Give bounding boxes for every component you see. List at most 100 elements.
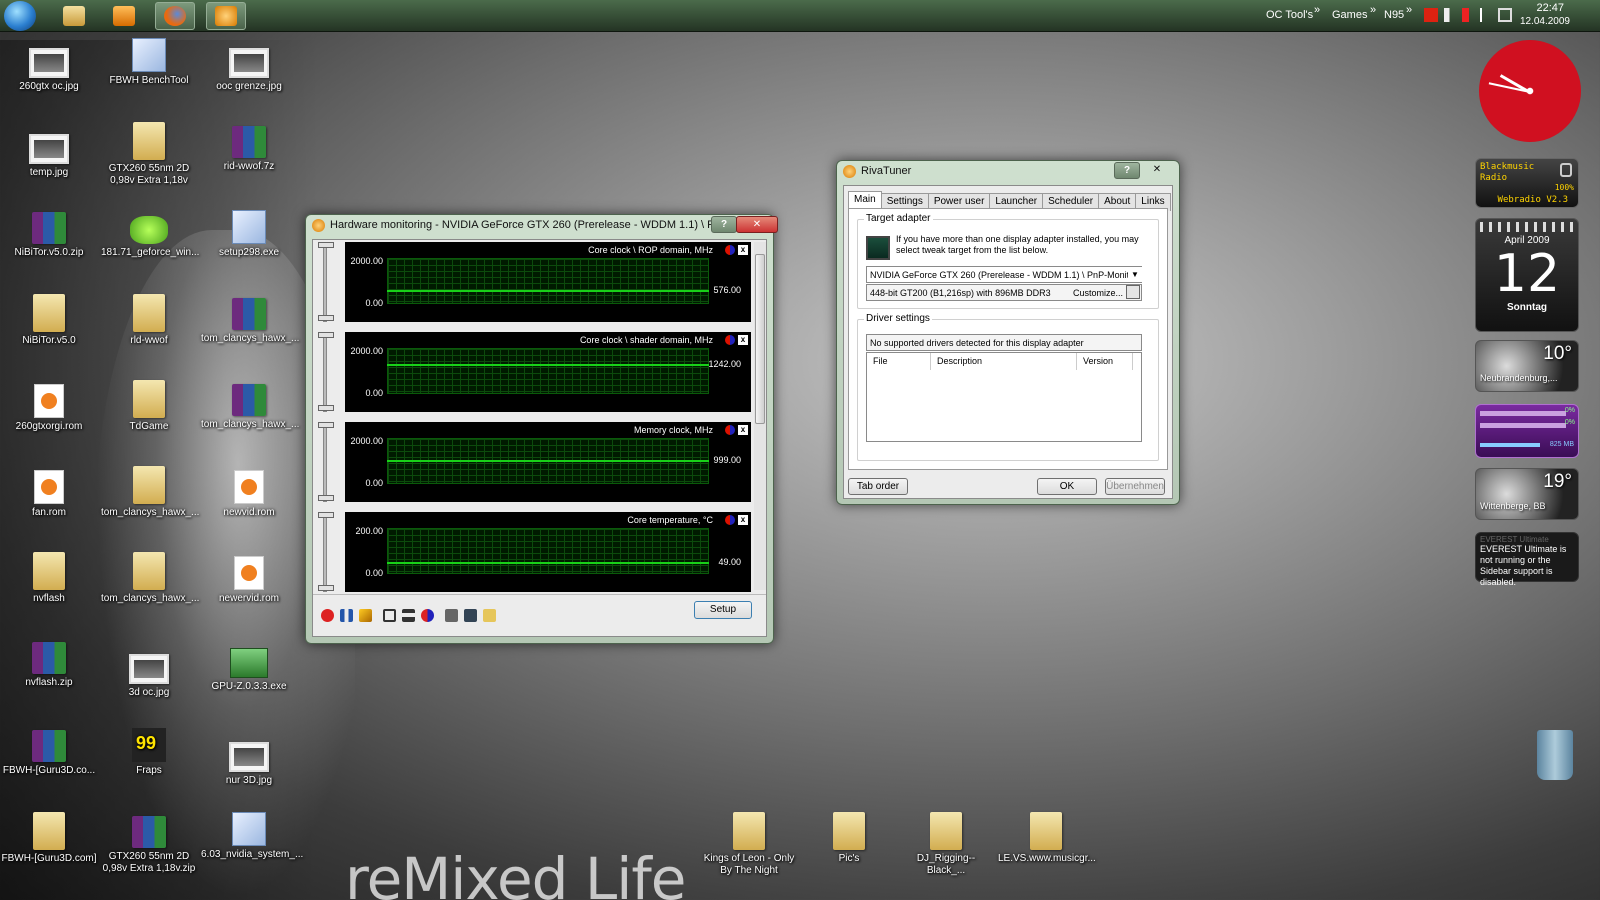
adapter-select[interactable]: NVIDIA GeForce GTX 260 (Prerelease - WDD… xyxy=(866,266,1142,283)
recycle-bin-icon[interactable] xyxy=(1537,730,1573,780)
taskbar-firefox-button[interactable] xyxy=(155,2,195,30)
desktop-icon-gpu-z[interactable]: GPU-Z.0.3.3.exe xyxy=(201,648,297,693)
save-icon[interactable] xyxy=(464,609,477,622)
slider-thumb[interactable] xyxy=(318,512,334,518)
desktop-icon-geforce-driver[interactable]: 181.71_geforce_win... xyxy=(101,216,199,259)
ok-button[interactable]: OK xyxy=(1037,478,1097,495)
display-tray-icon[interactable] xyxy=(1498,8,1512,22)
panel-slider[interactable] xyxy=(318,422,334,502)
cpu-meter-gadget[interactable]: 0% 0% 825 MB xyxy=(1475,404,1579,458)
chevron-icon[interactable]: » xyxy=(1406,4,1412,16)
desktop-icon-pics[interactable]: Pic's xyxy=(801,812,897,865)
slider-thumb[interactable] xyxy=(318,315,334,321)
scrollbar-thumb[interactable] xyxy=(755,254,765,424)
taskbar-rivatuner-button[interactable] xyxy=(206,2,246,30)
slider-thumb[interactable] xyxy=(318,332,334,338)
calendar-gadget[interactable]: April 2009 12 Sonntag xyxy=(1475,218,1579,332)
desktop-icon-nvidia-system[interactable]: 6.03_nvidia_system_... xyxy=(201,812,303,861)
close-button[interactable]: ✕ xyxy=(1142,162,1172,179)
graph-panel[interactable]: Core clock \ shader domain, MHz x 2000.00 0… xyxy=(345,332,751,412)
color-icon[interactable] xyxy=(421,609,434,622)
panel-slider[interactable] xyxy=(318,512,334,592)
desktop-icon-rld-wwof[interactable]: rld-wwof xyxy=(101,294,197,347)
desktop-icon-gtx260-zip[interactable]: GTX260 55nm 2D 0,98v Extra 1,18v.zip xyxy=(101,816,197,875)
flag-tray-icon[interactable] xyxy=(1480,8,1494,22)
weather-gadget-wittenberge[interactable]: 19° Wittenberge, BB xyxy=(1475,468,1579,520)
desktop-icon-hawx-3[interactable]: tom_clancys_hawx_... xyxy=(101,466,199,519)
desktop-icon-hawx-2[interactable]: tom_clancys_hawx_... xyxy=(201,384,299,431)
panel-slider[interactable] xyxy=(318,332,334,412)
hw-titlebar[interactable]: Hardware monitoring - NVIDIA GeForce GTX… xyxy=(306,215,773,237)
clock-date[interactable]: 12.04.2009 xyxy=(1520,16,1570,27)
desktop-icon-tdgame[interactable]: TdGame xyxy=(101,380,197,433)
close-icon[interactable]: x xyxy=(738,425,748,435)
taskbar-explorer-button[interactable] xyxy=(54,2,94,30)
window-icon[interactable] xyxy=(383,609,396,622)
pause-icon[interactable] xyxy=(340,609,353,622)
graph-panel[interactable]: Memory clock, MHz x 2000.00 0.00 999.00 xyxy=(345,422,751,502)
desktop-icon-le-vs[interactable]: LE.VS.www.musicgr... xyxy=(998,812,1096,865)
collapse-icon[interactable] xyxy=(402,609,415,622)
clock-time[interactable]: 22:47 xyxy=(1536,2,1564,14)
close-icon[interactable]: x xyxy=(738,515,748,525)
desktop-icon-nvflash[interactable]: nvflash xyxy=(1,552,97,605)
desktop-icon-hawx-4[interactable]: tom_clancys_hawx_... xyxy=(101,552,199,605)
desktop-icon-dj-rigging[interactable]: DJ_Rigging--Black_... xyxy=(898,812,994,877)
slider-thumb[interactable] xyxy=(318,242,334,248)
volume-tray-icon[interactable] xyxy=(1444,8,1458,22)
desktop-icon-hawx-1[interactable]: tom_clancys_hawx_... xyxy=(201,298,299,345)
desktop-icon-fbwh-benchtool[interactable]: FBWH BenchTool xyxy=(101,38,197,87)
close-button[interactable]: ✕ xyxy=(736,216,778,233)
desktop-icon-260gtx-oc[interactable]: 260gtx oc.jpg xyxy=(1,48,97,93)
close-icon[interactable]: x xyxy=(738,335,748,345)
toolbar-games[interactable]: Games xyxy=(1332,9,1367,21)
desktop-icon-nibitor-folder[interactable]: NiBiTor.v5.0 xyxy=(1,294,97,347)
vertical-scrollbar[interactable] xyxy=(754,242,766,590)
help-button[interactable]: ? xyxy=(711,216,737,233)
lock-icon[interactable] xyxy=(445,609,458,622)
desktop-icon-setup298[interactable]: setup298.exe xyxy=(201,210,297,259)
desktop-icon-nvflash-zip[interactable]: nvflash.zip xyxy=(1,642,97,689)
driver-file-list[interactable]: File Description Version xyxy=(866,352,1142,442)
desktop-icon-nur-3d[interactable]: nur 3D.jpg xyxy=(201,742,297,787)
desktop-icon-nibitor-zip[interactable]: NiBiTor.v5.0.zip xyxy=(1,212,97,259)
help-button[interactable]: ? xyxy=(1114,162,1140,179)
slider-thumb[interactable] xyxy=(318,422,334,428)
close-icon[interactable]: x xyxy=(738,245,748,255)
chevron-icon[interactable]: » xyxy=(1370,4,1376,16)
graph-panel[interactable]: Core temperature, °C x 200.00 0.00 49.00 xyxy=(345,512,751,592)
slider-thumb[interactable] xyxy=(318,405,334,411)
column-file[interactable]: File xyxy=(867,353,931,370)
alert-tray-icon[interactable] xyxy=(1462,8,1469,22)
graph-panel[interactable]: Core clock \ ROP domain, MHz x 2000.00 0.00… xyxy=(345,242,751,322)
panel-slider[interactable] xyxy=(318,242,334,322)
desktop-icon-fan-rom[interactable]: fan.rom xyxy=(1,470,97,519)
chevron-down-icon[interactable]: ▼ xyxy=(1128,267,1142,282)
chevron-icon[interactable]: » xyxy=(1314,4,1320,16)
toolbar-n95[interactable]: N95 xyxy=(1384,9,1404,21)
color-picker-icon[interactable] xyxy=(725,515,735,525)
desktop-icon-rid-wwof-7z[interactable]: rid-wwof.7z xyxy=(201,126,297,173)
column-description[interactable]: Description xyxy=(931,353,1077,370)
desktop-icon-260gtxorgi-rom[interactable]: 260gtxorgi.rom xyxy=(1,384,97,433)
customize-link[interactable]: Customize... xyxy=(1073,288,1123,298)
radio-gadget[interactable]: Blackmusic Radio 100% Webradio V2.3 xyxy=(1475,158,1579,208)
weather-gadget-neubrandenburg[interactable]: 10° Neubrandenburg,... xyxy=(1475,340,1579,392)
desktop-icon-newvid-rom[interactable]: newvid.rom xyxy=(201,470,297,519)
open-folder-icon[interactable] xyxy=(483,609,496,622)
slider-thumb[interactable] xyxy=(318,495,334,501)
everest-gadget[interactable]: EVEREST Ultimate EVEREST Ultimate is not… xyxy=(1475,532,1579,587)
desktop-icon-kings-of-leon[interactable]: Kings of Leon - Only By The Night xyxy=(701,812,797,877)
desktop-icon-temp[interactable]: temp.jpg xyxy=(1,134,97,179)
toolbar-oc-tools[interactable]: OC Tool's xyxy=(1266,9,1313,21)
color-picker-icon[interactable] xyxy=(725,245,735,255)
color-picker-icon[interactable] xyxy=(725,425,735,435)
apply-button[interactable]: Übernehmen xyxy=(1105,478,1165,495)
tab-order-button[interactable]: Tab order xyxy=(848,478,908,495)
desktop-icon-fbwh-guru3d-folder[interactable]: FBWH-[Guru3D.com] xyxy=(1,812,97,865)
desktop-icon-fbwh-guru3d-zip[interactable]: FBWH-[Guru3D.co... xyxy=(1,730,97,777)
record-icon[interactable] xyxy=(321,609,334,622)
desktop-icon-fraps[interactable]: 99 Fraps xyxy=(101,728,197,777)
setup-button[interactable]: Setup xyxy=(694,601,752,619)
desktop-icon-ooc-grenze[interactable]: ooc grenze.jpg xyxy=(201,48,297,93)
